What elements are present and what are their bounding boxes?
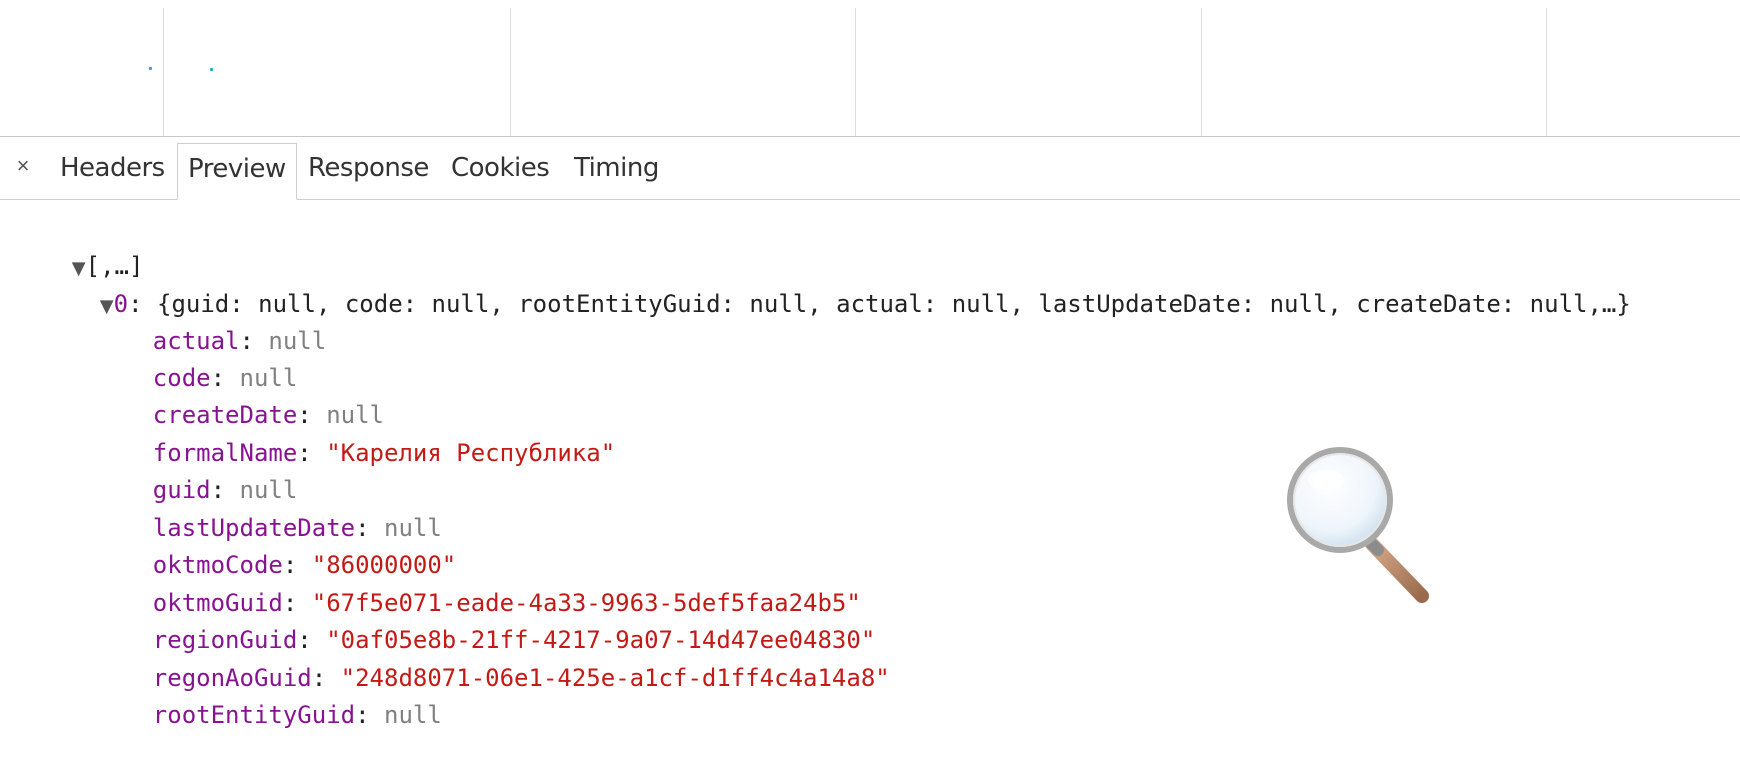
- json-root-row[interactable]: ▼[,…]: [14, 212, 144, 280]
- json-field-row: oktmoGuid: "67f5e071-eade-4a33-9963-5def…: [152, 589, 861, 617]
- timeline-divider: [510, 8, 511, 136]
- json-field-row: lastUpdateDate: null: [152, 514, 442, 542]
- timeline-marker: [210, 68, 213, 71]
- item-summary: {guid: null, code: null, rootEntityGuid:…: [157, 290, 1631, 318]
- json-field-row: guid: null: [152, 476, 298, 504]
- tab-timing[interactable]: Timing: [564, 143, 669, 194]
- tab-headers[interactable]: Headers: [50, 143, 175, 194]
- field-value: null: [384, 701, 442, 729]
- network-timeline: [0, 0, 1740, 137]
- json-field-row: regionGuid: "0af05e8b-21ff-4217-9a07-14d…: [152, 626, 876, 654]
- timeline-divider: [855, 8, 856, 136]
- json-field-row: createDate: null: [152, 401, 384, 429]
- json-item-row[interactable]: ▼0: {guid: null, code: null, rootEntityG…: [42, 250, 1631, 318]
- close-icon[interactable]: ×: [12, 155, 34, 177]
- tab-response[interactable]: Response: [298, 143, 439, 194]
- tab-cookies[interactable]: Cookies: [441, 143, 559, 194]
- timeline-divider: [1546, 8, 1547, 136]
- json-field-row: formalName: "Карелия Республика": [152, 439, 616, 467]
- detail-tabbar: × Headers Preview Response Cookies Timin…: [0, 137, 1740, 200]
- json-field-row: regonAoGuid: "248d8071-06e1-425e-a1cf-d1…: [152, 664, 890, 692]
- timeline-divider: [1201, 8, 1202, 136]
- field-key: rootEntityGuid: [152, 701, 356, 729]
- json-field-row: oktmoCode: "86000000": [152, 551, 457, 579]
- timeline-divider: [163, 8, 164, 136]
- magnifier-icon: [1287, 447, 1429, 603]
- json-preview: ▼[,…] ▼0: {guid: null, code: null, rootE…: [0, 200, 1740, 729]
- json-field-row: code: null: [152, 364, 298, 392]
- timeline-marker: [149, 67, 152, 70]
- tab-preview[interactable]: Preview: [177, 143, 297, 200]
- json-field-row: actual: null: [152, 327, 327, 355]
- field-value: "Карелия Республика": [326, 439, 616, 467]
